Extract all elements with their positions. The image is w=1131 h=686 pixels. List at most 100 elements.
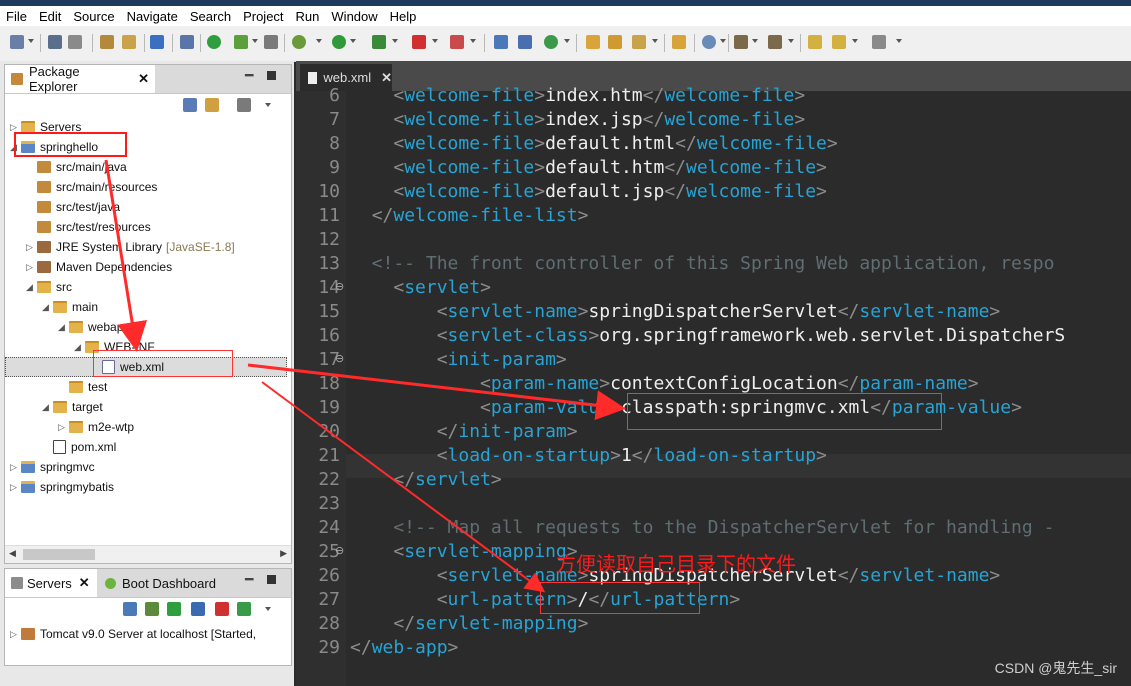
menu-window[interactable]: Window bbox=[325, 9, 383, 24]
profile-server-icon[interactable] bbox=[191, 602, 205, 616]
chevron-down-icon[interactable] bbox=[316, 39, 322, 43]
menu-project[interactable]: Project bbox=[237, 9, 289, 24]
last-edit-icon[interactable] bbox=[808, 35, 822, 49]
build-icon[interactable] bbox=[100, 35, 114, 49]
tree-item[interactable]: ▷ springmvc bbox=[9, 457, 95, 477]
tree-item[interactable]: src/main/java bbox=[25, 157, 127, 177]
chevron-down-icon[interactable] bbox=[350, 39, 356, 43]
view-menu-icon[interactable] bbox=[265, 103, 271, 107]
new-java-project-icon[interactable] bbox=[494, 35, 508, 49]
pencil-icon[interactable] bbox=[632, 35, 646, 49]
chevron-down-icon[interactable] bbox=[896, 39, 902, 43]
tree-item[interactable]: ▷ m2e-wtp bbox=[57, 417, 134, 437]
horizontal-scrollbar[interactable]: ◀ ▶ bbox=[5, 545, 291, 563]
expand-icon[interactable]: ▷ bbox=[9, 462, 18, 473]
debug-server-icon[interactable] bbox=[145, 602, 159, 616]
scroll-left-icon[interactable]: ◀ bbox=[9, 548, 16, 559]
new-class-icon[interactable] bbox=[544, 35, 558, 49]
expand-icon[interactable]: ◢ bbox=[41, 402, 50, 413]
chevron-down-icon[interactable] bbox=[564, 39, 570, 43]
new-package-icon[interactable] bbox=[518, 35, 532, 49]
run-icon[interactable] bbox=[332, 35, 346, 49]
fold-toggle-icon[interactable]: ⊖ bbox=[335, 280, 344, 293]
previous-annotation-icon[interactable] bbox=[768, 35, 782, 49]
chevron-down-icon[interactable] bbox=[432, 39, 438, 43]
tab-boot-dashboard[interactable]: Boot Dashboard bbox=[99, 569, 229, 597]
tree-item[interactable]: ▷ springmybatis bbox=[9, 477, 114, 497]
terminal-icon[interactable] bbox=[150, 35, 164, 49]
chevron-down-icon[interactable] bbox=[252, 39, 258, 43]
tree-item[interactable]: pom.xml bbox=[41, 437, 116, 457]
chevron-down-icon[interactable] bbox=[788, 39, 794, 43]
menu-search[interactable]: Search bbox=[184, 9, 237, 24]
maximize-icon[interactable] bbox=[267, 575, 276, 584]
tree-item[interactable]: ◢ src bbox=[25, 277, 72, 297]
expand-icon[interactable]: ◢ bbox=[57, 322, 66, 333]
tree-item[interactable]: ◢ webapp bbox=[57, 317, 130, 337]
tree-item[interactable]: ◢ target bbox=[41, 397, 103, 417]
debug-config-icon[interactable] bbox=[264, 35, 278, 49]
tab-package-explorer[interactable]: Package Explorer ✕ bbox=[5, 64, 155, 94]
debug-icon[interactable] bbox=[292, 35, 306, 49]
tree-item[interactable]: src/main/resources bbox=[25, 177, 157, 197]
globe-icon[interactable] bbox=[702, 35, 716, 49]
chevron-down-icon[interactable] bbox=[720, 39, 726, 43]
open-task-icon[interactable] bbox=[608, 35, 622, 49]
chevron-down-icon[interactable] bbox=[470, 39, 476, 43]
run-external-icon[interactable] bbox=[372, 35, 386, 49]
expand-icon[interactable]: ◢ bbox=[41, 302, 50, 313]
save-icon[interactable] bbox=[48, 35, 62, 49]
folder-icon[interactable] bbox=[672, 35, 686, 49]
expand-icon[interactable]: ▷ bbox=[9, 482, 18, 493]
tree-item[interactable]: test bbox=[57, 377, 107, 397]
maximize-icon[interactable] bbox=[267, 71, 276, 80]
close-icon[interactable]: ✕ bbox=[381, 70, 392, 86]
collapse-icon[interactable] bbox=[123, 602, 137, 616]
tree-item[interactable]: src/test/java bbox=[25, 197, 120, 217]
minimize-icon[interactable]: ━ bbox=[245, 67, 253, 84]
expand-icon[interactable]: ▷ bbox=[25, 262, 34, 273]
publish-icon[interactable] bbox=[237, 602, 251, 616]
open-type-icon[interactable] bbox=[586, 35, 600, 49]
tree-item[interactable]: ▷ JRE System Library [JavaSE-1.8] bbox=[25, 237, 235, 257]
expand-icon[interactable]: ▷ bbox=[9, 122, 18, 133]
link-with-editor-icon[interactable] bbox=[205, 98, 219, 112]
menu-navigate[interactable]: Navigate bbox=[121, 9, 184, 24]
chevron-down-icon[interactable] bbox=[852, 39, 858, 43]
save-all-icon[interactable] bbox=[68, 35, 82, 49]
fold-toggle-icon[interactable]: ⊖ bbox=[335, 352, 344, 365]
start-server-icon[interactable] bbox=[167, 602, 181, 616]
filter-icon[interactable] bbox=[237, 98, 251, 112]
minimize-icon[interactable]: ━ bbox=[245, 571, 253, 588]
view-menu-icon[interactable] bbox=[265, 607, 271, 611]
chevron-down-icon[interactable] bbox=[752, 39, 758, 43]
next-annotation-icon[interactable] bbox=[734, 35, 748, 49]
menu-edit[interactable]: Edit bbox=[33, 9, 67, 24]
expand-icon[interactable]: ▷ bbox=[57, 422, 66, 433]
chevron-down-icon[interactable] bbox=[652, 39, 658, 43]
expand-icon[interactable]: ▷ bbox=[9, 629, 18, 640]
chevron-down-icon[interactable] bbox=[28, 39, 34, 43]
expand-icon[interactable]: ▷ bbox=[25, 242, 34, 253]
stop-server-icon[interactable] bbox=[215, 602, 229, 616]
scrollbar-thumb[interactable] bbox=[23, 549, 95, 560]
close-icon[interactable]: ✕ bbox=[138, 71, 149, 87]
search-file-icon[interactable] bbox=[122, 35, 136, 49]
coverage-icon[interactable] bbox=[450, 35, 464, 49]
tab-servers[interactable]: Servers ✕ bbox=[5, 569, 97, 597]
menu-help[interactable]: Help bbox=[384, 9, 423, 24]
server-entry[interactable]: ▷ Tomcat v9.0 Server at localhost [Start… bbox=[9, 624, 256, 644]
scroll-right-icon[interactable]: ▶ bbox=[280, 548, 287, 559]
menu-source[interactable]: Source bbox=[67, 9, 120, 24]
tree-item[interactable]: ▷ Maven Dependencies bbox=[25, 257, 172, 277]
chevron-down-icon[interactable] bbox=[392, 39, 398, 43]
new-icon[interactable] bbox=[10, 35, 24, 49]
stop-icon[interactable] bbox=[412, 35, 426, 49]
back-arrow-icon[interactable] bbox=[832, 35, 846, 49]
tree-item[interactable]: ◢ main bbox=[41, 297, 98, 317]
server-icon[interactable] bbox=[234, 35, 248, 49]
power-icon[interactable] bbox=[207, 35, 221, 49]
close-icon[interactable]: ✕ bbox=[79, 575, 90, 591]
expand-icon[interactable]: ◢ bbox=[25, 282, 34, 293]
menu-run[interactable]: Run bbox=[290, 9, 326, 24]
